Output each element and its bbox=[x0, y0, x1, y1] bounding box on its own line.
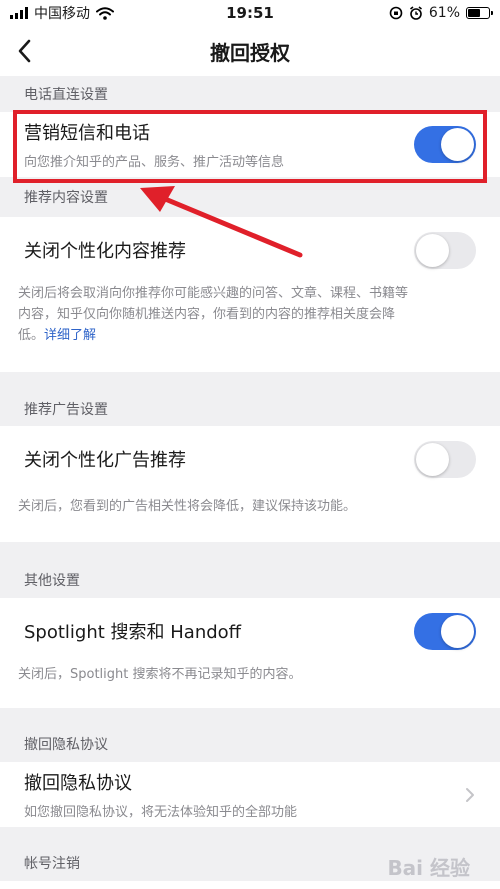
chevron-right-icon bbox=[466, 787, 474, 802]
spotlight-description: 关闭后，Spotlight 搜索将不再记录知乎的内容。 bbox=[0, 664, 500, 708]
row-spotlight: Spotlight 搜索和 Handoff bbox=[0, 598, 500, 664]
nav-bar: 撤回授权 bbox=[0, 26, 500, 76]
toggle-knob bbox=[416, 233, 449, 267]
battery-fill bbox=[468, 9, 481, 17]
ads-desc-text: 关闭后，您看到的广告相关性将会降低，建议保持该功能。 bbox=[18, 499, 357, 514]
section-header-ads: 推荐广告设置 bbox=[0, 372, 500, 426]
row-title-content: 关闭个性化内容推荐 bbox=[24, 241, 186, 262]
row-title-privacy: 撤回隐私协议 bbox=[24, 773, 132, 794]
content-desc-line1: 关闭后将会取消向你推荐你可能感兴趣的问答、文章、课程、书籍等 bbox=[18, 286, 409, 301]
wifi-icon bbox=[96, 6, 114, 20]
section-header-privacy: 撤回隐私协议 bbox=[0, 708, 500, 762]
row-account-partial[interactable] bbox=[0, 881, 500, 889]
carrier-label: 中国移动 bbox=[34, 6, 90, 22]
signal-icon bbox=[10, 7, 28, 19]
section-header-content: 推荐内容设置 bbox=[0, 177, 500, 217]
row-subtitle-privacy: 如您撤回隐私协议，将无法体验知乎的全部功能 bbox=[24, 805, 298, 820]
toggle-knob bbox=[441, 128, 474, 161]
battery-percent: 61% bbox=[428, 5, 460, 21]
learn-more-link[interactable]: 详细了解 bbox=[44, 328, 96, 343]
row-content-recommend: 关闭个性化内容推荐 bbox=[0, 217, 500, 283]
row-subtitle-marketing: 向您推介知乎的产品、服务、推广活动等信息 bbox=[24, 155, 285, 170]
content-desc-line3: 低。 bbox=[18, 328, 45, 343]
row-title-spotlight: Spotlight 搜索和 Handoff bbox=[24, 622, 242, 643]
spotlight-desc-text: 关闭后，Spotlight 搜索将不再记录知乎的内容。 bbox=[18, 667, 302, 682]
content-description: 关闭后将会取消向你推荐你可能感兴趣的问答、文章、课程、书籍等 内容，知乎仅向你随… bbox=[0, 283, 500, 372]
toggle-ads-recommend[interactable] bbox=[414, 440, 476, 478]
back-chevron-icon[interactable] bbox=[14, 38, 36, 64]
status-bar: 中国移动 19:51 61% bbox=[0, 0, 500, 26]
toggle-knob bbox=[416, 442, 449, 476]
row-marketing: 营销短信和电话 向您推介知乎的产品、服务、推广活动等信息 bbox=[0, 112, 500, 177]
section-header-other: 其他设置 bbox=[0, 542, 500, 598]
toggle-knob bbox=[441, 614, 474, 648]
toggle-content-recommend[interactable] bbox=[414, 231, 476, 269]
row-title-ads: 关闭个性化广告推荐 bbox=[24, 450, 186, 471]
row-revoke-privacy[interactable]: 撤回隐私协议 如您撤回隐私协议，将无法体验知乎的全部功能 bbox=[0, 762, 500, 827]
status-right: 61% bbox=[389, 5, 493, 21]
clock: 19:51 bbox=[226, 4, 274, 22]
page-title: 撤回授权 bbox=[210, 40, 290, 65]
watermark: Bai 经验 bbox=[387, 856, 470, 880]
content-desc-line2: 内容，知乎仅向你随机推送内容，你看到的内容的推荐相关度会降 bbox=[18, 307, 396, 322]
section-header-phone: 电话直连设置 bbox=[0, 76, 500, 112]
ads-description: 关闭后，您看到的广告相关性将会降低，建议保持该功能。 bbox=[0, 492, 500, 542]
battery-icon bbox=[466, 7, 493, 19]
row-ads-recommend: 关闭个性化广告推荐 bbox=[0, 426, 500, 492]
orientation-lock-icon bbox=[389, 6, 403, 20]
row-title-marketing: 营销短信和电话 bbox=[24, 123, 150, 144]
status-left: 中国移动 bbox=[10, 3, 114, 23]
toggle-marketing[interactable] bbox=[414, 126, 476, 163]
toggle-spotlight[interactable] bbox=[414, 612, 476, 650]
alarm-icon bbox=[409, 6, 422, 20]
